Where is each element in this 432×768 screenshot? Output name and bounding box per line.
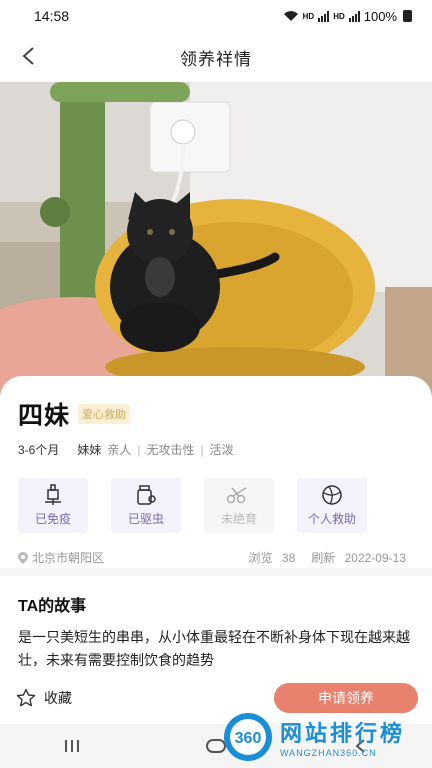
rescue-tag: 爱心救助 [78, 404, 131, 424]
health-badges: 已免疫 已驱虫 未绝育 个人救助 [18, 478, 414, 533]
location-text: 北京市朝阳区 [32, 551, 105, 565]
badge-label: 已驱虫 [127, 512, 164, 526]
meta-row: 北京市朝阳区 浏览 38 刷新 2022-09-13 [18, 549, 414, 566]
watermark-text: 网站排行榜 WANGZHAN360.CN [280, 716, 405, 758]
location-pin-icon [18, 551, 28, 564]
signal-icon-2 [348, 10, 360, 22]
status-time: 14:58 [34, 8, 70, 24]
pet-photo [0, 82, 432, 398]
recent-apps-icon [65, 740, 79, 752]
pet-detail-card: 四妹 爱心救助 3-6个月 妹妹 亲人 | 无攻击性 | 活泼 已免疫 已驱虫 … [0, 376, 432, 686]
battery-icon [403, 10, 412, 22]
vaccine-icon [45, 484, 61, 505]
pet-name: 四妹 [18, 402, 71, 430]
badge-label: 未绝育 [220, 512, 257, 526]
page-title: 领养祥情 [180, 49, 252, 69]
badge-label: 已免疫 [34, 512, 71, 526]
status-icons: HD HD 100% [283, 9, 412, 24]
meta-stats: 浏览 38 刷新 2022-09-13 [249, 549, 406, 566]
pet-attributes: 3-6个月 妹妹 亲人 | 无攻击性 | 活泼 [18, 441, 414, 458]
watermark-main: 网站排行榜 [280, 721, 406, 746]
chevron-left-icon [22, 47, 34, 65]
badge-label: 个人救助 [307, 512, 356, 526]
name-row: 四妹 爱心救助 [18, 396, 414, 432]
watermark: 360 网站排行榜 WANGZHAN360.CN [222, 708, 428, 766]
deworm-icon [137, 485, 156, 505]
signal-icon-1 [318, 10, 330, 22]
back-button[interactable] [12, 40, 44, 72]
favorite-label: 收藏 [44, 690, 72, 706]
views-count: 38 [281, 551, 296, 565]
pet-age: 3-6个月 [18, 443, 60, 457]
star-icon [16, 688, 36, 707]
refresh: 刷新 2022-09-13 [311, 549, 406, 566]
watermark-number: 360 [235, 730, 262, 747]
story-title: TA的故事 [18, 598, 87, 615]
watermark-logo: 360 [224, 713, 272, 761]
section-divider [0, 568, 432, 576]
ball-icon [322, 485, 342, 505]
badge-personal-rescue: 个人救助 [297, 478, 367, 533]
trait-separator: | [200, 442, 204, 457]
favorite-button[interactable]: 收藏 [16, 688, 72, 708]
trait-non-aggressive: 无攻击性 [146, 443, 195, 457]
status-bar: 14:58 HD HD 100% [0, 0, 432, 32]
top-bar: 领养祥情 [0, 32, 432, 82]
pet-gender: 妹妹 [77, 443, 102, 457]
scissors-icon [226, 487, 247, 504]
wifi-icon [283, 11, 298, 21]
trait-separator: | [137, 442, 141, 457]
story-text: 是一只美短生的串串，从小体重最轻在不断补身体下现在越来越壮，未来有需要控制饮食的… [18, 629, 410, 668]
trait-lively: 活泼 [209, 443, 234, 457]
refresh-date: 2022-09-13 [344, 551, 406, 565]
trait-friendly: 亲人 [107, 443, 132, 457]
watermark-sub: WANGZHAN360.CN [280, 748, 377, 758]
views-label: 浏览 [248, 551, 273, 565]
refresh-label: 刷新 [311, 551, 336, 565]
badge-not-neutered: 未绝育 [204, 478, 274, 533]
location: 北京市朝阳区 [18, 549, 249, 566]
network-type-2: HD [333, 11, 345, 21]
battery-percent: 100% [363, 8, 397, 24]
badge-dewormed: 已驱虫 [111, 478, 181, 533]
badge-vaccinated: 已免疫 [18, 478, 88, 533]
views: 浏览 38 [249, 549, 296, 566]
recent-apps-button[interactable] [52, 731, 92, 761]
network-type-1: HD [302, 11, 315, 21]
